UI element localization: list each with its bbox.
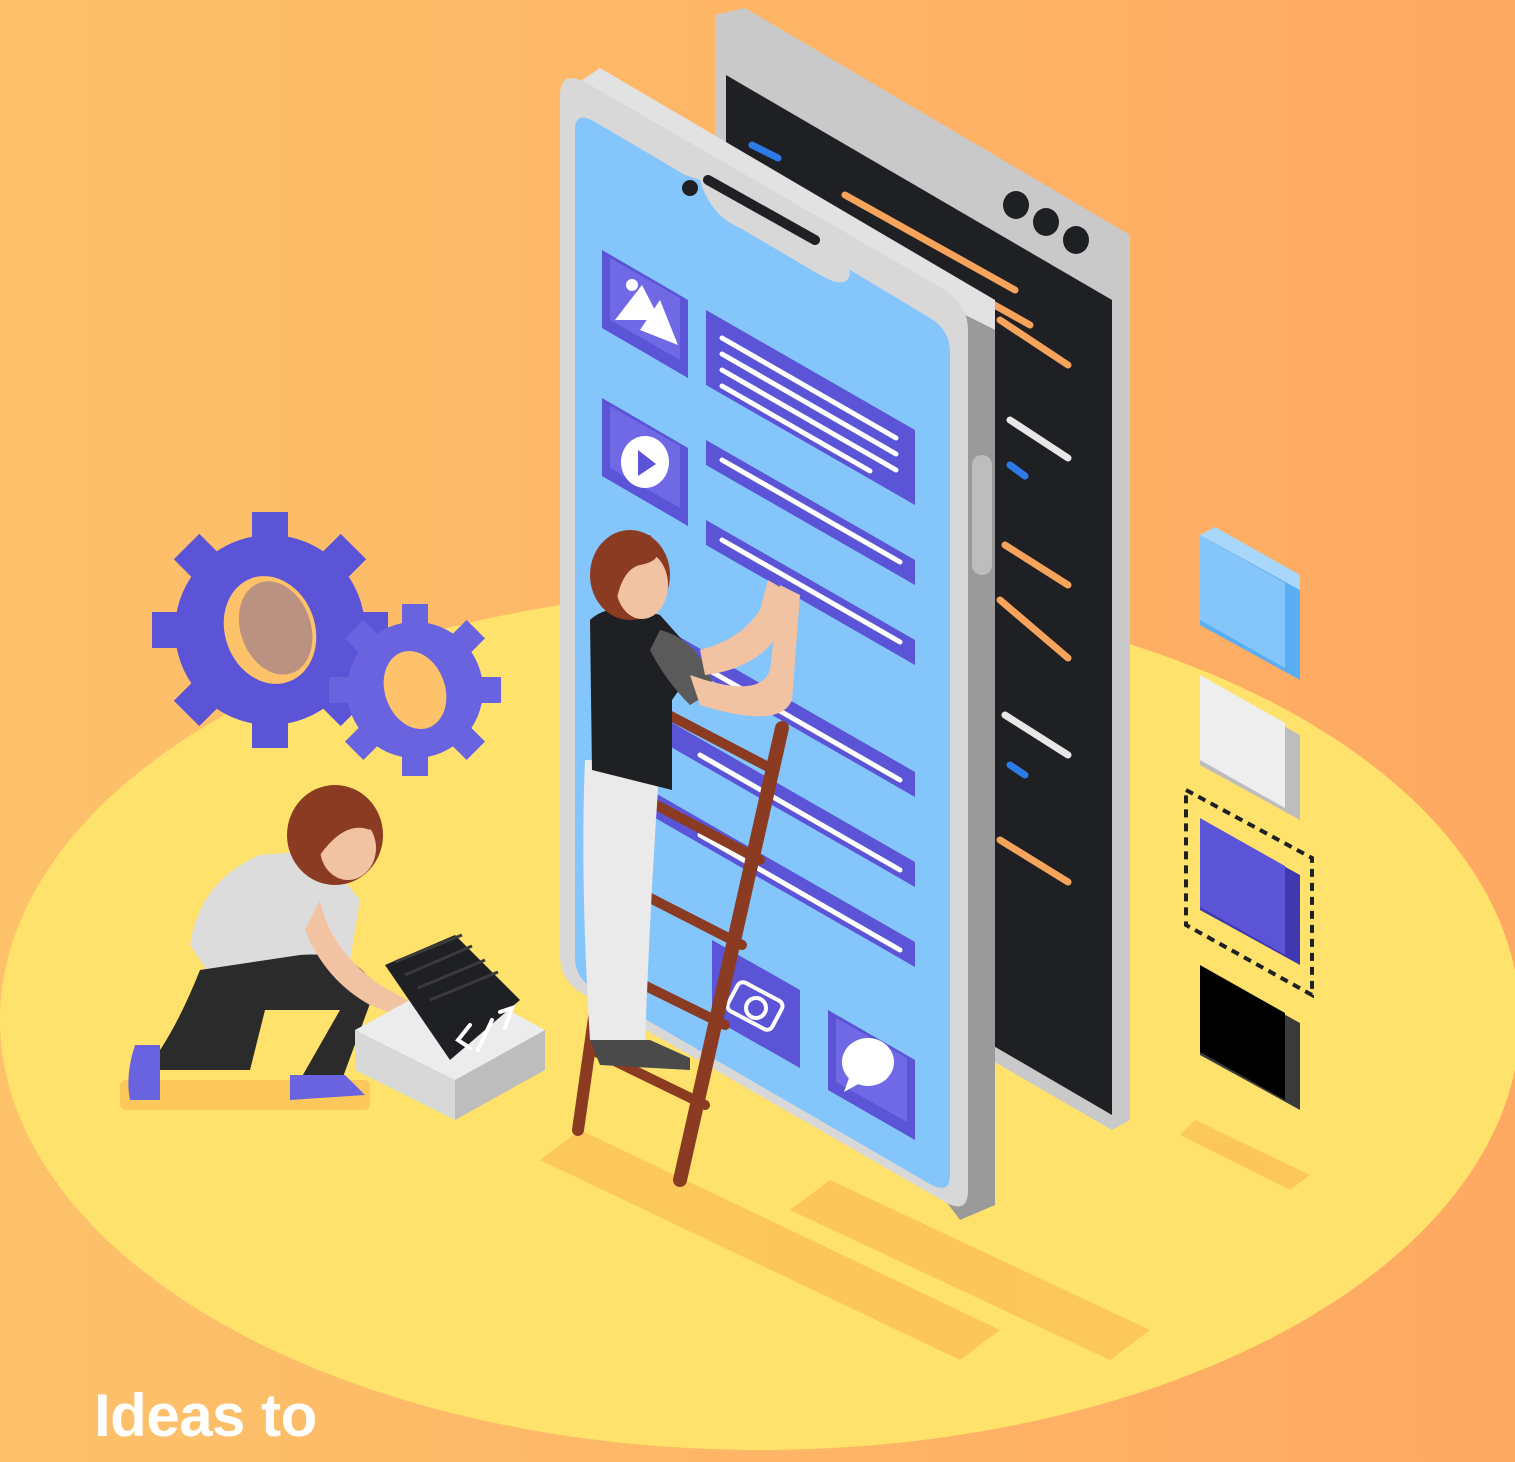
gear-icon <box>329 604 501 776</box>
illustration <box>0 0 1515 1462</box>
headline: Ideas to <box>94 1382 317 1449</box>
